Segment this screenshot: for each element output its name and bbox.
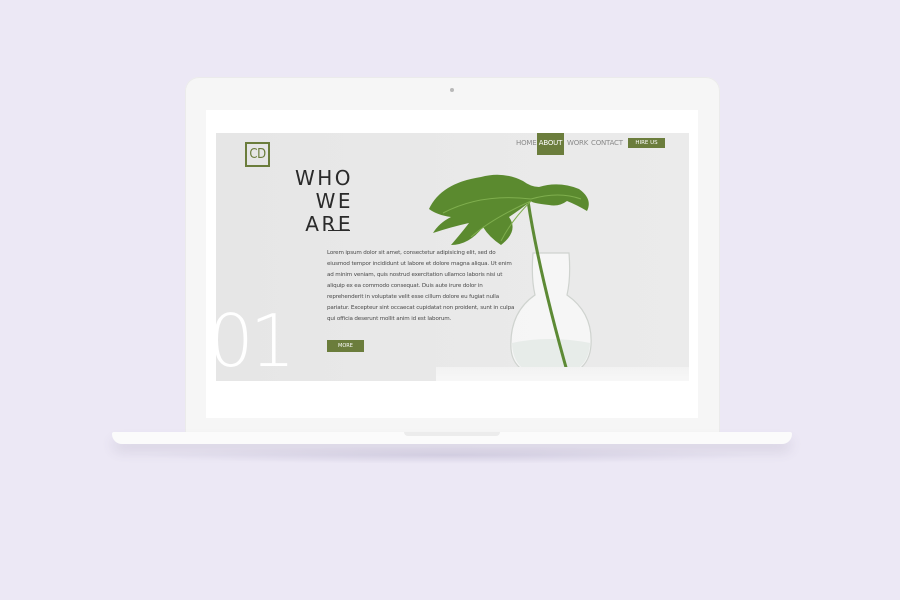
website: 01 CD HOME ABOUT WORK CONTACT HIRE US WH…: [216, 133, 689, 381]
about-paragraph: Lorem ipsum dolor sit amet, consectetur …: [327, 250, 515, 322]
laptop-notch: [404, 432, 500, 436]
table-surface: [436, 367, 689, 381]
page-title: WHO WE ARE: [268, 167, 353, 236]
nav-home[interactable]: HOME: [516, 133, 537, 155]
top-nav: HOME ABOUT WORK CONTACT HIRE US: [216, 133, 689, 155]
section-number: 01: [216, 299, 296, 381]
more-button[interactable]: MORE: [327, 340, 364, 352]
nav-contact[interactable]: CONTACT: [591, 133, 623, 155]
title-divider: [328, 230, 350, 231]
hire-us-button[interactable]: HIRE US: [628, 138, 665, 148]
title-line-1: WHO: [294, 166, 353, 190]
laptop-screen: 01 CD HOME ABOUT WORK CONTACT HIRE US WH…: [206, 110, 698, 418]
nav-work[interactable]: WORK: [567, 133, 588, 155]
laptop-shadow: [140, 446, 760, 464]
camera-dot: [450, 88, 454, 92]
nav-about[interactable]: ABOUT: [537, 133, 564, 155]
